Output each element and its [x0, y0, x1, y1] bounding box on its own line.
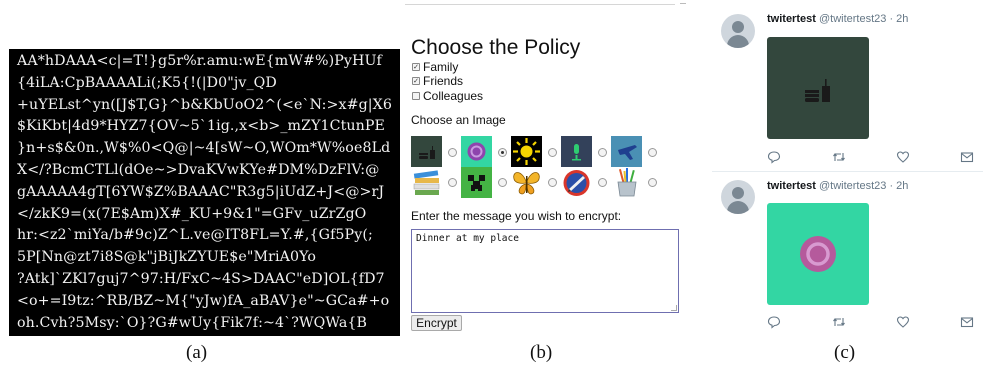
food-drink-icon[interactable] [411, 136, 442, 167]
avatar[interactable] [721, 180, 755, 214]
tweet-time[interactable]: · 2h [889, 180, 908, 192]
reply-icon[interactable] [767, 149, 781, 164]
retweet-icon[interactable] [832, 314, 846, 328]
twitter-timeline: twitertest @twitertest23 · 2h twitertest… [712, 0, 983, 335]
message-icon[interactable] [960, 314, 974, 328]
caption-c: (c) [834, 342, 856, 363]
image-radio[interactable] [498, 148, 507, 157]
tweet-author-name[interactable]: twitertest [767, 13, 816, 25]
cipher-line: {4iLA:CpBAAAALi(;K5{!(|D0"jv_QD [17, 74, 277, 91]
reply-icon[interactable] [767, 314, 781, 329]
message-icon[interactable] [960, 149, 974, 163]
image-radio[interactable] [598, 148, 607, 157]
cipher-line: $KiKbt|4d9*HYZ7{OV~5`1ig.,x<b>_mZY1CtunP… [17, 118, 385, 135]
policy-option-friends[interactable]: ✓ Friends [412, 73, 464, 88]
tweet-author-name[interactable]: twitertest [767, 180, 816, 192]
pencil-cup-icon[interactable] [611, 167, 642, 198]
avatar[interactable] [721, 14, 755, 48]
ubuntu-circle-icon[interactable] [461, 136, 492, 167]
tweet-time[interactable]: · 2h [889, 13, 908, 25]
family-checkbox[interactable]: ✓ [412, 62, 420, 71]
cipher-line: }n+s$&0n.,W$%0<Q@|~4[sW~O,WOm*W%oe8Ld [17, 140, 391, 157]
resize-handle[interactable] [671, 305, 677, 311]
airplane-icon[interactable] [611, 136, 642, 167]
encryption-form: Choose the Policy ✓ Family ✓ Friends Col… [405, 0, 695, 335]
cipher-line: ?Atk]`ZKl7guj7^97:H/FxC~4S>DAAC"eD]OL{fD… [17, 271, 385, 287]
caption-b: (b) [530, 342, 553, 363]
cipher-line: +uYELst^yn([J$T,G}^b&KbUoO2^(<e`N:>x#g|X… [17, 96, 393, 113]
choose-image-label: Choose an Image [411, 113, 506, 127]
microphone-icon[interactable] [561, 136, 592, 167]
cipher-line: X</?BcmCTLl(dOe~>DvaKVwKYe#DM%DzFlV:@ [17, 162, 380, 178]
image-radio[interactable] [648, 148, 657, 157]
cipher-line: <o+=I9tz:^RB/BZ~M{"yJw)fA_aBAV}e"~GCa#+o [17, 292, 390, 309]
cipher-line: oh.Cvh?5Msy:`O}?G#wUy{Fik7f:~4`?WQWa{B [17, 314, 368, 331]
policy-label: Friends [423, 73, 464, 88]
caption-a: (a) [186, 342, 208, 363]
cipher-line: gAAAAA4gT[6YW$Z%BAAAC"R3g5|iUdZ+J<@>rJ [17, 183, 385, 200]
tweet-handle[interactable]: @twitertest23 [819, 13, 886, 25]
ubuntu-circle-icon [800, 236, 836, 272]
tweet-header: twitertest @twitertest23 · 2h [767, 180, 908, 192]
image-radio[interactable] [598, 178, 607, 187]
friends-checkbox[interactable]: ✓ [412, 76, 420, 85]
cipher-line: 5P[Nn@zt7i8S@k"jBiJkZYUE$e"MriA0Yo [17, 249, 316, 266]
message-text: Dinner at my place [416, 233, 519, 244]
image-radio[interactable] [548, 178, 557, 187]
cipher-line: hr:<z2`miYa/b#9c)Z^L.ve@IT8FL=Y.#,{Gf5Py… [17, 227, 373, 244]
cipher-line: AA*hDAAA<c|=T!}g5r%r.amu:wE{mW#%)PyHUf [17, 53, 382, 69]
image-radio[interactable] [448, 148, 457, 157]
tweet-image[interactable] [767, 203, 869, 305]
tweet-image[interactable] [767, 37, 869, 139]
books-icon[interactable] [411, 167, 442, 198]
image-radio[interactable] [498, 178, 507, 187]
message-textarea[interactable]: Dinner at my place [411, 229, 679, 313]
message-label: Enter the message you wish to encrypt: [411, 209, 622, 223]
sun-icon[interactable] [511, 136, 542, 167]
divider [680, 3, 686, 4]
policy-label: Family [423, 59, 459, 74]
policy-option-family[interactable]: ✓ Family [412, 59, 459, 74]
retweet-icon[interactable] [832, 149, 846, 163]
policy-label: Colleagues [423, 88, 484, 103]
tweet-header: twitertest @twitertest23 · 2h [767, 13, 908, 25]
image-radio[interactable] [648, 178, 657, 187]
butterfly-icon[interactable] [511, 167, 542, 198]
food-drink-icon [805, 79, 830, 102]
like-icon[interactable] [896, 149, 910, 163]
ciphertext-image: AA*hDAAA<c|=T!}g5r%r.amu:wE{mW#%)PyHUf {… [9, 49, 400, 336]
creeper-icon[interactable] [461, 167, 492, 198]
cipher-line: </zkK9=(x(7E$Am)X#_KU+9&1"=GFv_uZrZgO [17, 205, 367, 222]
tweet-handle[interactable]: @twitertest23 [819, 180, 886, 192]
encrypt-button[interactable]: Encrypt [411, 315, 462, 331]
like-icon[interactable] [896, 314, 910, 328]
divider [405, 4, 675, 5]
pen-badge-icon[interactable] [561, 167, 592, 198]
image-radio[interactable] [548, 148, 557, 157]
policy-title: Choose the Policy [411, 36, 581, 59]
divider [712, 171, 983, 172]
image-radio[interactable] [448, 178, 457, 187]
colleagues-checkbox[interactable] [412, 91, 420, 100]
policy-option-colleagues[interactable]: Colleagues [412, 88, 484, 103]
